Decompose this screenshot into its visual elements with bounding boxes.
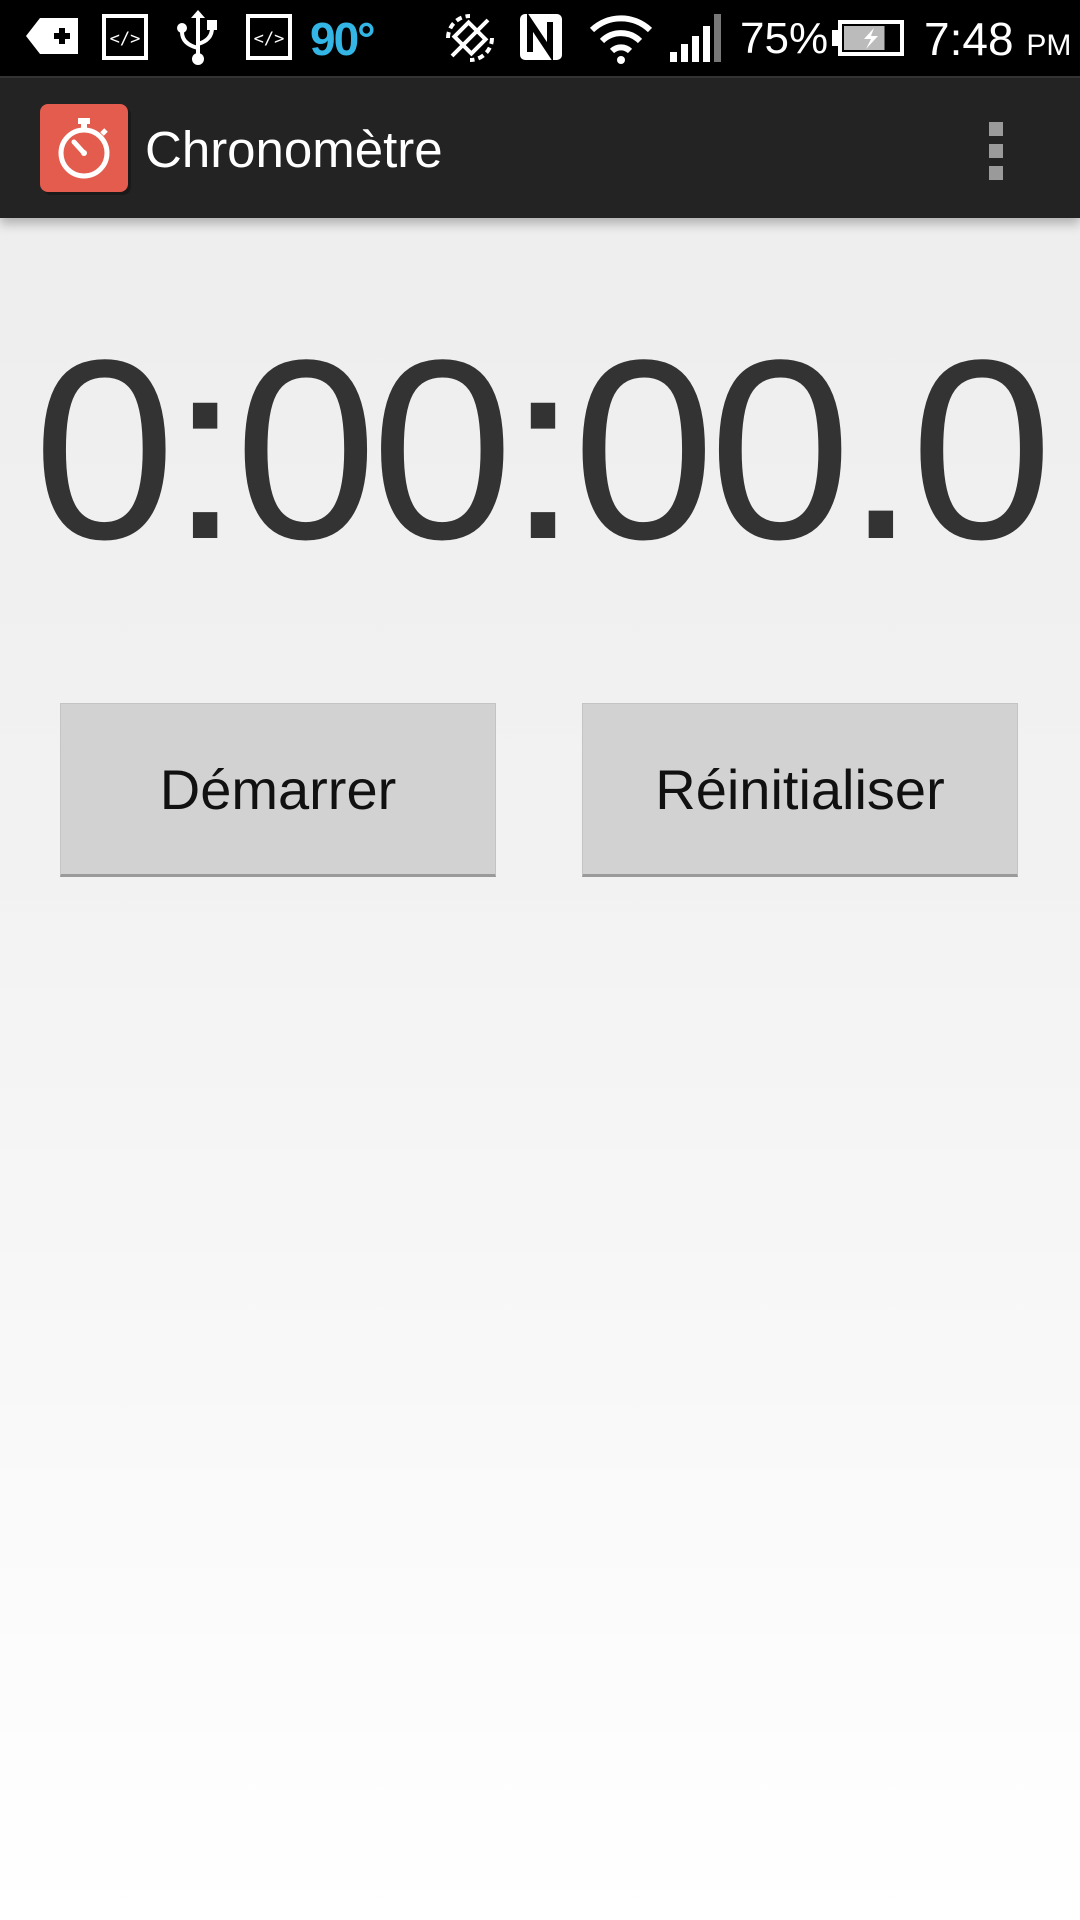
app-title: Chronomètre — [145, 121, 443, 178]
menu-dot — [989, 144, 1003, 158]
temperature-label: 90° — [310, 13, 376, 65]
start-button[interactable]: Démarrer — [60, 703, 496, 877]
clock: 7:48 PM — [924, 12, 1071, 73]
battery-charging-icon — [832, 20, 904, 56]
reset-button[interactable]: Réinitialiser — [582, 703, 1018, 877]
clock-ampm: PM — [1026, 29, 1072, 62]
wifi-icon — [589, 15, 653, 64]
stopwatch-icon — [58, 118, 110, 179]
action-bar: Chronomètre — [0, 76, 1080, 218]
battery-percent: 75% — [740, 14, 829, 63]
code-icon: </> — [246, 14, 292, 60]
signal-icon — [670, 14, 721, 62]
app-icon[interactable] — [40, 104, 128, 192]
timer-display: 0:00:00.0 — [33, 307, 1053, 593]
svg-text:</>: </> — [110, 29, 141, 49]
clock-time: 7:48 — [924, 13, 1014, 65]
add-notification-icon — [26, 18, 78, 54]
svg-text:</>: </> — [254, 29, 285, 49]
menu-dot — [989, 166, 1003, 180]
nfc-icon — [520, 12, 562, 62]
code-icon: </> — [102, 14, 148, 60]
usb-icon — [177, 10, 217, 65]
menu-dot — [989, 122, 1003, 136]
status-bar: </> </> 90° 75% 7:48 PM — [0, 0, 1080, 76]
auto-rotate-off-icon — [446, 14, 494, 62]
overflow-menu-icon[interactable] — [978, 114, 1014, 184]
